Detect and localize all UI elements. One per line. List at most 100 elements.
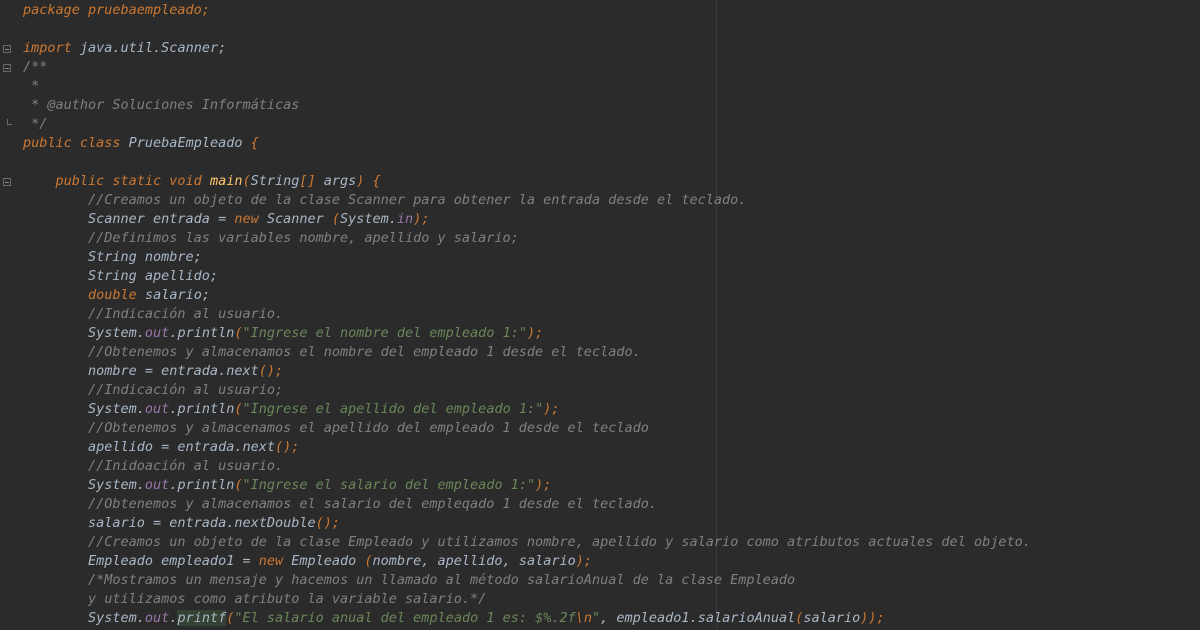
- code-token: );: [526, 325, 544, 341]
- code-token: salario;: [144, 287, 210, 303]
- code-line[interactable]: salario = entrada.nextDouble();: [23, 514, 340, 533]
- code-line[interactable]: apellido = entrada.next();: [23, 438, 299, 457]
- code-line[interactable]: //Obtenemos y almacenamos el apellido de…: [23, 419, 649, 438]
- code-token: double: [88, 287, 145, 303]
- code-token: new: [258, 553, 292, 569]
- code-token: (: [331, 211, 341, 227]
- code-token: String: [250, 173, 300, 189]
- code-line[interactable]: //Creamos un objeto de la clase Scanner …: [23, 191, 746, 210]
- code-token: salario: [803, 610, 861, 626]
- code-line[interactable]: *: [23, 77, 39, 96]
- code-token: y utilizamos como atributo la variable s…: [23, 591, 487, 607]
- code-token: Scanner: [266, 211, 332, 227]
- code-token: /*Mostramos un mensaje y hacemos un llam…: [23, 572, 796, 588]
- code-token: );: [413, 211, 430, 227]
- code-token: System.: [23, 325, 145, 341]
- code-line[interactable]: //Obtenemos y almacenamos el nombre del …: [23, 343, 641, 362]
- code-line[interactable]: double salario;: [23, 286, 210, 305]
- code-token: nombre = entrada.next: [23, 363, 259, 379]
- code-token: PruebaEmpleado: [128, 135, 251, 151]
- code-token: apellido = entrada.next: [23, 439, 275, 455]
- code-line[interactable]: System.out.printf("El salario anual del …: [23, 609, 885, 628]
- code-editor[interactable]: package pruebaempleado; import java.util.…: [0, 0, 1200, 630]
- code-token: Empleado: [291, 553, 365, 569]
- code-token: .println: [169, 401, 235, 417]
- code-token: , empleado1.salarioAnual: [600, 610, 796, 626]
- code-line[interactable]: * @author Soluciones Informáticas: [23, 96, 299, 115]
- code-line[interactable]: //Obtenemos y almacenamos el salario del…: [23, 495, 657, 514]
- code-token: //Creamos un objeto de la clase Empleado…: [23, 534, 1031, 550]
- fold-toggle-icon[interactable]: [3, 178, 11, 186]
- code-token: System.: [340, 211, 397, 227]
- code-token: * @author Soluciones Informáticas: [23, 97, 300, 113]
- code-token: import: [23, 40, 80, 56]
- fold-toggle-icon[interactable]: [3, 45, 11, 53]
- code-line[interactable]: String nombre;: [23, 248, 202, 267]
- code-line[interactable]: Scanner entrada = new Scanner (System.in…: [23, 210, 429, 229]
- code-line[interactable]: System.out.println("Ingrese el apellido …: [23, 400, 559, 419]
- code-line[interactable]: String apellido;: [23, 267, 218, 286]
- code-line[interactable]: */: [23, 115, 47, 134]
- code-token: public static void: [23, 173, 210, 189]
- code-token: //Indicación al usuario;: [23, 382, 284, 398]
- code-token: *: [23, 78, 40, 94]
- code-token: ));: [860, 610, 885, 626]
- code-token: System.: [23, 477, 145, 493]
- code-token: /**: [23, 59, 48, 75]
- code-line[interactable]: System.out.println("Ingrese el salario d…: [23, 476, 551, 495]
- code-line[interactable]: //Creamos un objeto de la clase Empleado…: [23, 533, 1031, 552]
- code-token: new: [234, 211, 267, 227]
- code-token: (: [364, 553, 373, 569]
- code-line[interactable]: import java.util.Scanner;: [23, 39, 226, 58]
- code-token: ) {: [356, 173, 381, 189]
- code-token: //Definimos las variables nombre, apelli…: [23, 230, 519, 246]
- code-token: main: [209, 173, 243, 189]
- code-token: "El salario anual del empleado 1 es: $%.…: [234, 610, 576, 626]
- code-token: package pruebaempleado;: [23, 2, 210, 18]
- code-token: {: [250, 135, 259, 151]
- code-token: args: [323, 173, 357, 189]
- code-token: String apellido;: [23, 268, 219, 284]
- code-line[interactable]: //Indicación al usuario;: [23, 381, 283, 400]
- editor-gutter: [0, 0, 18, 630]
- code-token: "Ingrese el salario del empleado 1:": [242, 477, 536, 493]
- code-token: //Obtenemos y almacenamos el nombre del …: [23, 344, 641, 360]
- code-line[interactable]: /**: [23, 58, 47, 77]
- code-line[interactable]: public static void main(String[] args) {: [23, 172, 381, 191]
- code-line[interactable]: //Indicación al usuario.: [23, 305, 283, 324]
- code-token: .println: [169, 477, 235, 493]
- code-line[interactable]: /*Mostramos un mensaje y hacemos un llam…: [23, 571, 795, 590]
- code-token: System.: [23, 610, 145, 626]
- code-token: );: [543, 401, 560, 417]
- code-token: Empleado empleado1 =: [23, 553, 259, 569]
- code-token: );: [575, 553, 592, 569]
- code-token: //Creamos un objeto de la clase Scanner …: [23, 192, 747, 208]
- code-token: "Ingrese el nombre del empleado 1:": [242, 325, 527, 341]
- code-token: in: [396, 211, 414, 227]
- code-token: ();: [258, 363, 284, 379]
- code-token: printf: [177, 610, 227, 626]
- code-line[interactable]: //Inidoación al usuario.: [23, 457, 283, 476]
- code-token: java.util.Scanner;: [79, 40, 227, 56]
- code-token: out: [144, 401, 170, 417]
- code-token: out: [144, 325, 170, 341]
- code-line[interactable]: //Definimos las variables nombre, apelli…: [23, 229, 519, 248]
- code-token: \n: [575, 610, 593, 626]
- code-token: public class: [23, 135, 129, 151]
- code-token: (: [242, 173, 251, 189]
- fold-toggle-icon[interactable]: [3, 64, 11, 72]
- code-line[interactable]: nombre = entrada.next();: [23, 362, 283, 381]
- code-token: out: [144, 477, 170, 493]
- code-token: System.: [23, 401, 145, 417]
- code-token: //Inidoación al usuario.: [23, 458, 284, 474]
- code-token: //Obtenemos y almacenamos el salario del…: [23, 496, 657, 512]
- code-token: //Obtenemos y almacenamos el apellido de…: [23, 420, 649, 436]
- code-token: Scanner entrada =: [23, 211, 235, 227]
- code-token: ();: [315, 515, 340, 531]
- code-line[interactable]: Empleado empleado1 = new Empleado (nombr…: [23, 552, 592, 571]
- code-token: //Indicación al usuario.: [23, 306, 284, 322]
- code-line[interactable]: System.out.println("Ingrese el nombre de…: [23, 324, 543, 343]
- code-line[interactable]: y utilizamos como atributo la variable s…: [23, 590, 486, 609]
- code-line[interactable]: package pruebaempleado;: [23, 1, 210, 20]
- code-line[interactable]: public class PruebaEmpleado {: [23, 134, 259, 153]
